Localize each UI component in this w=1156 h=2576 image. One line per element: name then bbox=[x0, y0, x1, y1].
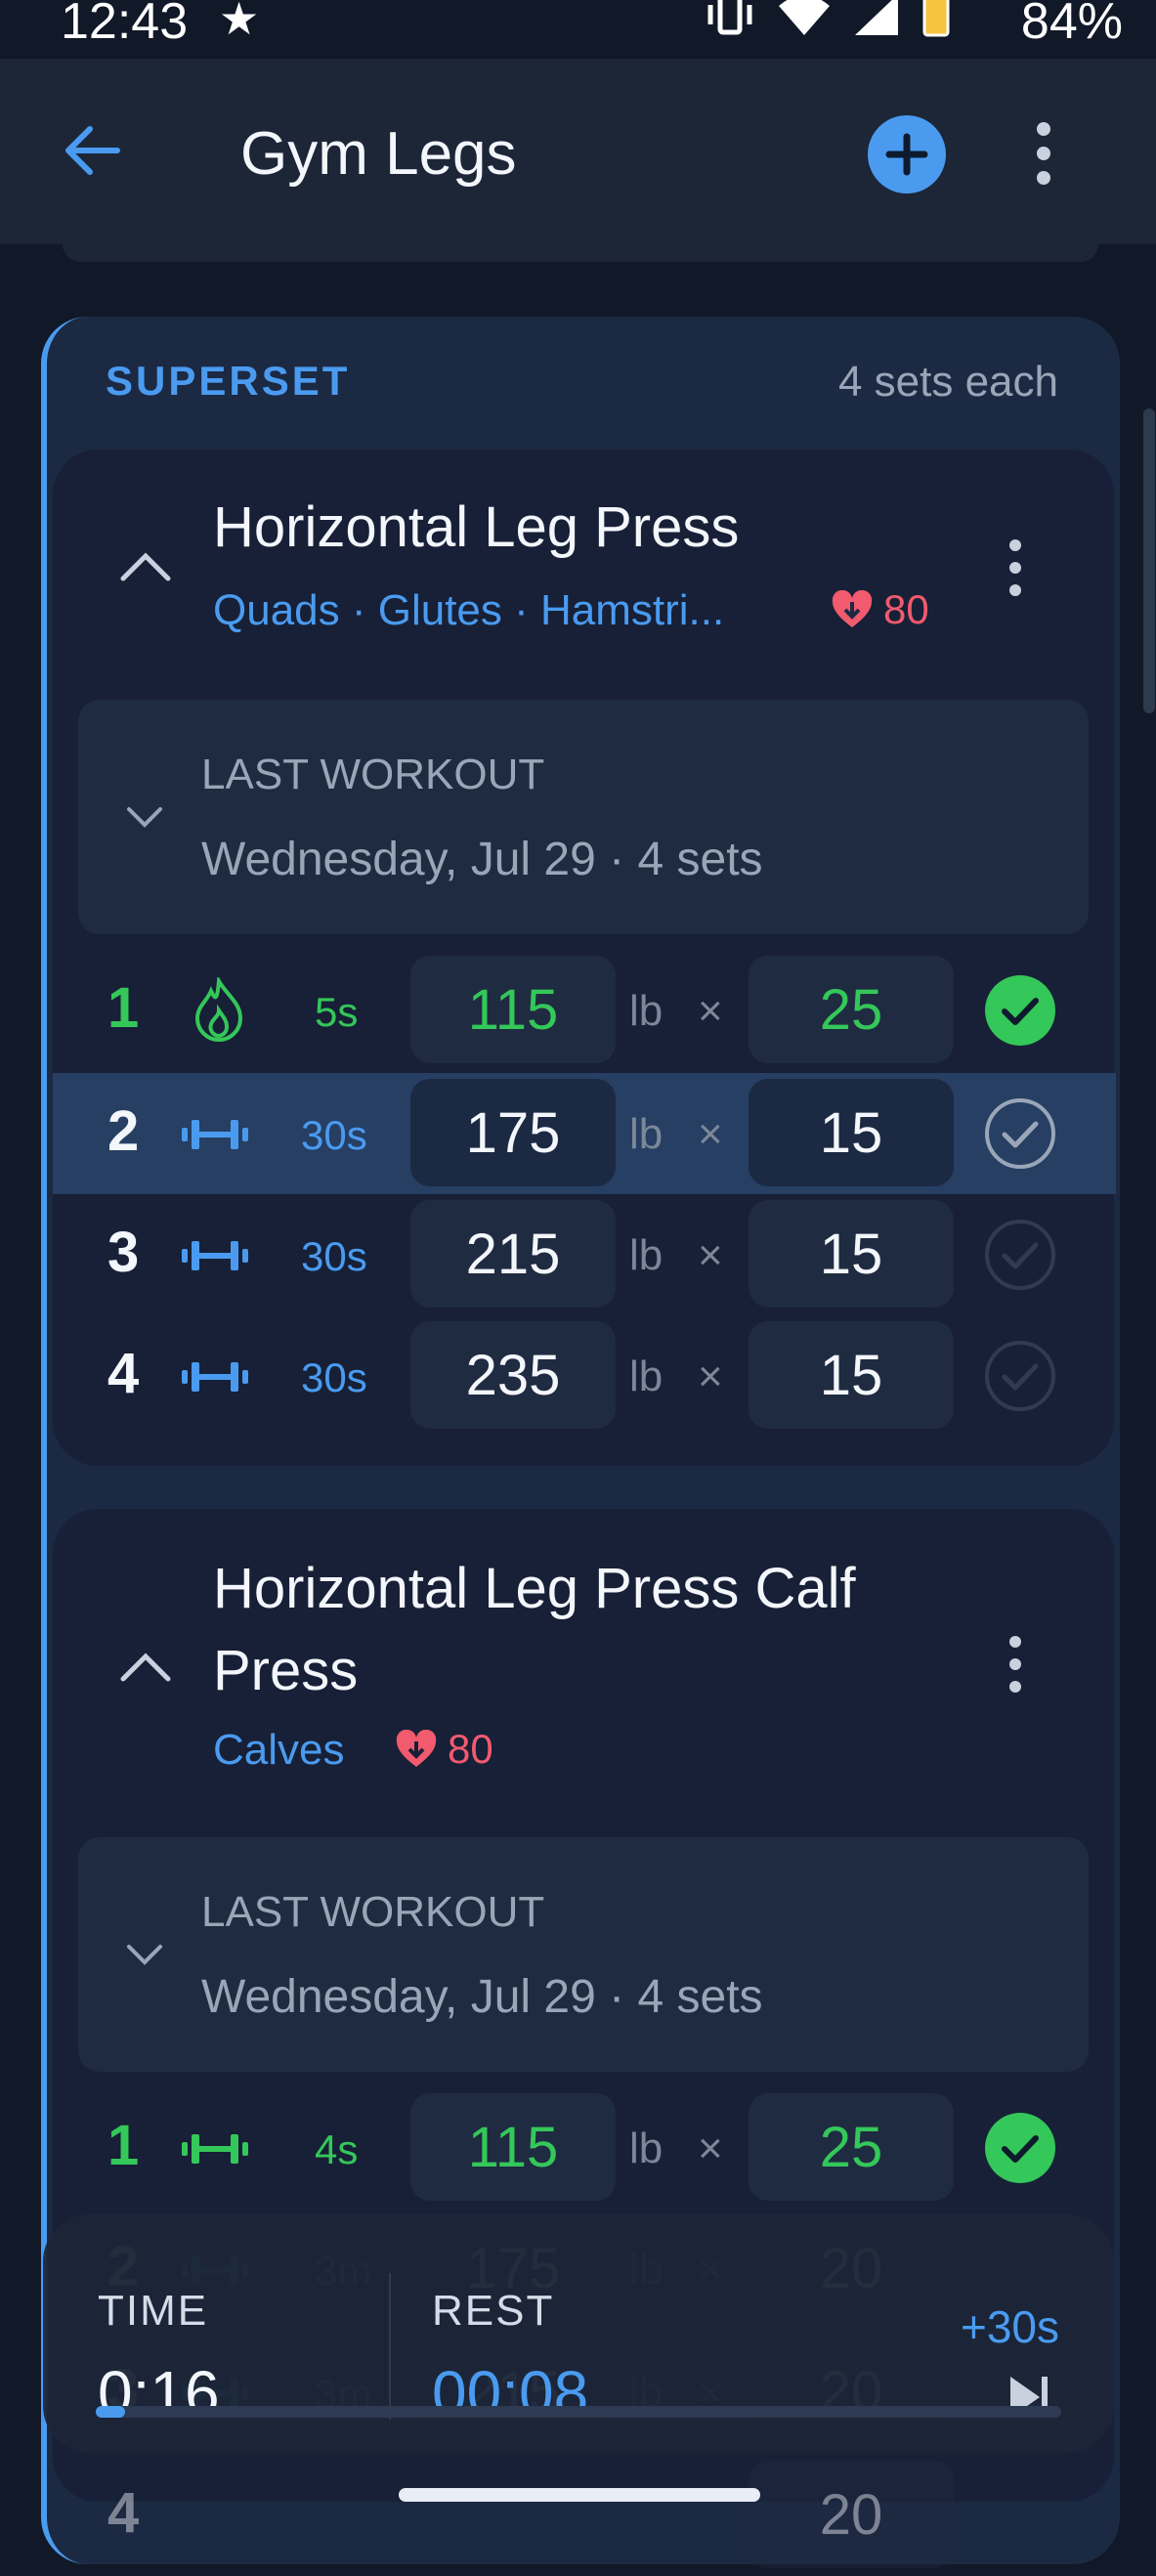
chevron-up-icon[interactable] bbox=[119, 551, 172, 582]
superset-sets-info: 4 sets each bbox=[837, 358, 1058, 406]
rest-duration[interactable]: 30s bbox=[301, 1354, 367, 1401]
previous-card-edge bbox=[63, 244, 1098, 262]
last-workout-date: Wednesday, Jul 29 · 4 sets bbox=[201, 1971, 763, 2023]
chevron-up-icon[interactable] bbox=[119, 1652, 172, 1683]
last-workout-panel[interactable] bbox=[78, 700, 1089, 934]
plus-icon bbox=[885, 133, 928, 176]
weight-field[interactable]: 115 bbox=[410, 2093, 616, 2201]
weight-unit: lb bbox=[629, 987, 664, 1035]
rest-label: REST bbox=[432, 2287, 555, 2335]
dumbbell-icon[interactable] bbox=[178, 1358, 252, 1395]
status-icons bbox=[705, 0, 951, 37]
heart-rate: 80 bbox=[831, 586, 929, 633]
weight-unit: lb bbox=[629, 1110, 664, 1158]
check-circle-icon[interactable] bbox=[983, 1339, 1057, 1413]
reps-field[interactable]: 25 bbox=[749, 2093, 954, 2201]
battery-percent: 84% bbox=[1020, 0, 1123, 50]
gesture-bar[interactable] bbox=[399, 2488, 760, 2502]
last-workout-panel[interactable] bbox=[78, 1837, 1089, 2072]
rest-duration[interactable]: 30s bbox=[301, 1112, 367, 1159]
status-bar: 12:43 ★ 84% bbox=[0, 0, 1156, 59]
signal-icon bbox=[855, 0, 898, 35]
last-workout-date: Wednesday, Jul 29 · 4 sets bbox=[201, 834, 763, 885]
vibrate-icon bbox=[707, 0, 752, 35]
check-circle-icon[interactable] bbox=[983, 973, 1057, 1048]
set-row: 2 30s 175 lb × 15 bbox=[53, 1073, 1116, 1194]
set-number: 2 bbox=[107, 1099, 140, 1163]
last-workout-label: LAST WORKOUT bbox=[201, 751, 545, 798]
dumbbell-icon[interactable] bbox=[178, 1237, 252, 1274]
exercise-name[interactable]: Horizontal Leg Press bbox=[213, 494, 739, 560]
more-options-icon[interactable] bbox=[1006, 537, 1024, 598]
scrollbar[interactable] bbox=[1143, 408, 1155, 713]
reps-field[interactable]: 15 bbox=[749, 1079, 954, 1186]
star-icon: ★ bbox=[219, 0, 260, 44]
more-options-icon[interactable] bbox=[1034, 119, 1053, 188]
set-number: 1 bbox=[107, 976, 140, 1040]
times-symbol: × bbox=[698, 2125, 723, 2172]
weight-unit: lb bbox=[629, 1352, 664, 1400]
status-time: 12:43 bbox=[61, 0, 189, 50]
set-row: 1 4s 115 lb × 25 bbox=[53, 2087, 1116, 2209]
elapsed-time: 0:16 bbox=[98, 2358, 220, 2428]
weight-field[interactable]: 175 bbox=[410, 1079, 616, 1186]
more-options-icon[interactable] bbox=[1006, 1634, 1024, 1695]
reps-field[interactable]: 15 bbox=[749, 1321, 954, 1429]
times-symbol: × bbox=[698, 1352, 723, 1400]
muscle-groups: Calves bbox=[213, 1726, 345, 1774]
heart-rate-value: 80 bbox=[883, 586, 929, 632]
rest-progress-bar bbox=[96, 2406, 1061, 2418]
set-row: 3 30s 215 lb × 15 bbox=[53, 1194, 1116, 1315]
weight-field[interactable]: 115 bbox=[410, 956, 616, 1063]
check-circle-icon[interactable] bbox=[983, 1218, 1057, 1292]
time-label: TIME bbox=[98, 2287, 209, 2335]
check-circle-icon[interactable] bbox=[983, 2111, 1057, 2185]
reps-field[interactable]: 25 bbox=[749, 956, 954, 1063]
heart-down-icon bbox=[832, 590, 873, 627]
page-title: Gym Legs bbox=[240, 120, 517, 188]
flame-icon[interactable] bbox=[193, 977, 244, 1042]
rest-duration[interactable]: 4s bbox=[315, 2126, 358, 2173]
heart-rate: 80 bbox=[395, 1726, 493, 1773]
add-30s-button[interactable]: +30s bbox=[961, 2300, 1059, 2353]
rest-duration[interactable]: 5s bbox=[315, 989, 358, 1036]
set-number: 4 bbox=[107, 1342, 140, 1405]
back-arrow-icon[interactable] bbox=[61, 123, 121, 178]
dumbbell-icon[interactable] bbox=[178, 1116, 252, 1153]
add-button[interactable] bbox=[868, 115, 946, 193]
weight-field[interactable]: 215 bbox=[410, 1200, 616, 1308]
set-number: 3 bbox=[107, 1221, 140, 1284]
last-workout-label: LAST WORKOUT bbox=[201, 1888, 545, 1936]
rest-countdown: 00:08 bbox=[432, 2358, 589, 2428]
times-symbol: × bbox=[698, 987, 723, 1035]
muscle-groups: Quads · Glutes · Hamstri... bbox=[213, 586, 725, 634]
app-bar: Gym Legs bbox=[0, 59, 1156, 244]
reps-field[interactable]: 15 bbox=[749, 1200, 954, 1308]
set-row: 4 30s 235 lb × 15 bbox=[53, 1315, 1116, 1437]
check-circle-icon[interactable] bbox=[983, 1096, 1057, 1171]
exercise-name-line2[interactable]: Press bbox=[213, 1638, 358, 1703]
weight-unit: lb bbox=[629, 1231, 664, 1279]
times-symbol: × bbox=[698, 1110, 723, 1158]
timer-divider bbox=[389, 2273, 391, 2420]
reps-field[interactable]: 20 bbox=[749, 2461, 954, 2568]
times-symbol: × bbox=[698, 1231, 723, 1279]
chevron-down-icon bbox=[127, 1945, 162, 1965]
weight-unit: lb bbox=[629, 2125, 664, 2172]
weight-field[interactable]: 235 bbox=[410, 1321, 616, 1429]
dumbbell-icon[interactable] bbox=[178, 2130, 252, 2168]
set-row: 1 5s 115 lb × 25 bbox=[53, 950, 1116, 1071]
set-row: 4 20 bbox=[53, 2455, 1116, 2576]
battery-icon bbox=[922, 0, 950, 37]
exercise-name[interactable]: Horizontal Leg Press Calf bbox=[213, 1556, 856, 1621]
heart-rate-value: 80 bbox=[448, 1726, 493, 1772]
heart-down-icon bbox=[396, 1730, 437, 1767]
chevron-down-icon bbox=[127, 807, 162, 828]
rest-progress-fill bbox=[96, 2406, 125, 2418]
superset-label: SUPERSET bbox=[106, 358, 351, 404]
wifi-icon bbox=[779, 0, 830, 35]
set-number: 1 bbox=[107, 2114, 140, 2177]
set-number: 4 bbox=[107, 2481, 140, 2545]
rest-duration[interactable]: 30s bbox=[301, 1233, 367, 1280]
